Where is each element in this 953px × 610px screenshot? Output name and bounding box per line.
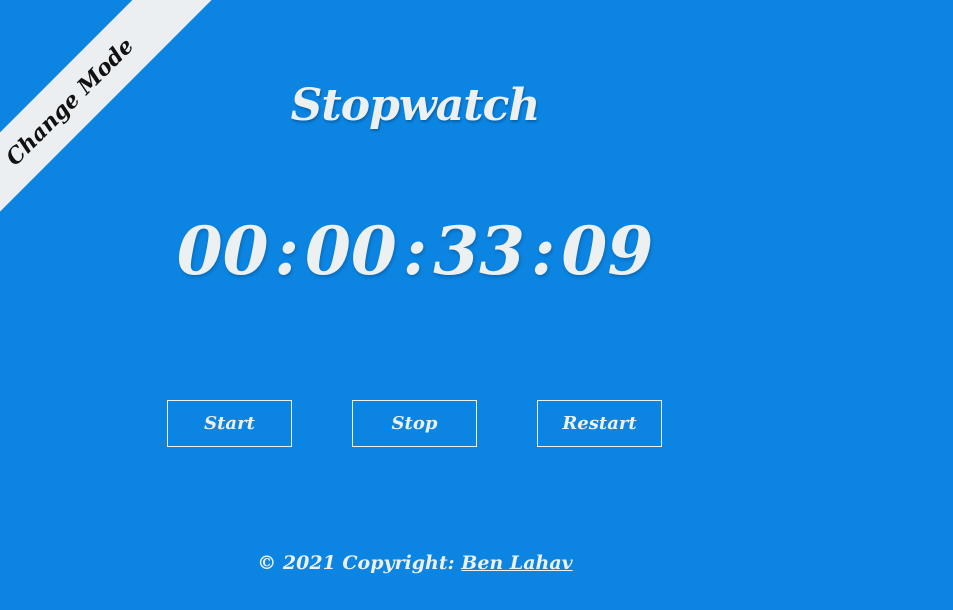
timer-hours: 00: [176, 212, 269, 290]
page-title: Stopwatch: [290, 80, 541, 131]
author-link[interactable]: Ben Lahav: [461, 552, 572, 574]
timer-minutes: 00: [304, 212, 397, 290]
timer-separator: :: [402, 212, 428, 290]
controls: Start Stop Restart: [167, 400, 662, 447]
copyright-text: © 2021 Copyright:: [257, 552, 462, 574]
timer-separator: :: [274, 212, 299, 290]
timer-seconds: 33: [433, 212, 526, 290]
stop-button[interactable]: Stop: [352, 400, 477, 447]
footer: © 2021 Copyright: Ben Lahav: [0, 552, 830, 574]
timer-display: 00:00:33:09: [0, 212, 830, 290]
restart-button[interactable]: Restart: [537, 400, 662, 447]
timer-centiseconds: 09: [561, 212, 654, 290]
timer-separator: :: [531, 212, 556, 290]
start-button[interactable]: Start: [167, 400, 292, 447]
